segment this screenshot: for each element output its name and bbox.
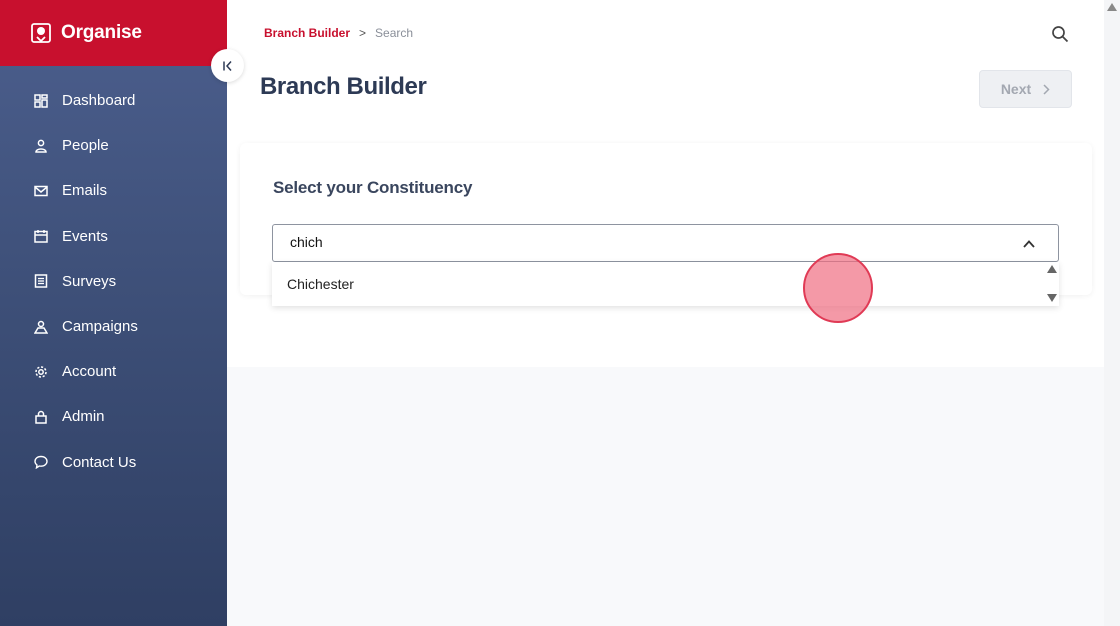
sidebar-item-account[interactable]: Account (0, 349, 227, 394)
page-scrollbar[interactable] (1104, 0, 1120, 626)
sidebar-item-label: Surveys (62, 272, 117, 290)
gear-icon (34, 365, 48, 379)
card-title: Select your Constituency (273, 178, 473, 197)
sidebar-item-surveys[interactable]: Surveys (0, 259, 227, 304)
brand-header[interactable]: Organise (0, 0, 227, 66)
sidebar-item-label: Account (62, 363, 117, 381)
sidebar: Organise Dashboard People Emails Events (0, 0, 227, 626)
constituency-dropdown: Chichester (272, 262, 1059, 306)
sidebar-item-campaigns[interactable]: Campaigns (0, 304, 227, 349)
person-icon (34, 139, 48, 153)
click-indicator (803, 253, 873, 323)
sidebar-item-people[interactable]: People (0, 123, 227, 168)
sidebar-item-contact-us[interactable]: Contact Us (0, 440, 227, 485)
sidebar-item-label: People (62, 137, 109, 155)
scroll-down-arrow-icon[interactable] (1047, 294, 1057, 302)
collapse-sidebar-button[interactable] (211, 49, 244, 82)
scroll-up-arrow-icon[interactable] (1047, 265, 1057, 273)
campaign-icon (34, 320, 48, 334)
sidebar-item-admin[interactable]: Admin (0, 394, 227, 439)
lock-icon (34, 410, 48, 424)
mail-icon (34, 184, 48, 198)
dashboard-icon (34, 93, 48, 108)
sidebar-item-dashboard[interactable]: Dashboard (0, 78, 227, 123)
constituency-search-input[interactable] (290, 234, 990, 250)
calendar-icon (34, 229, 48, 243)
chevron-up-icon[interactable] (1022, 237, 1036, 251)
search-icon[interactable] (1051, 25, 1069, 43)
dropdown-option[interactable]: Chichester (287, 276, 354, 292)
sidebar-item-events[interactable]: Events (0, 214, 227, 259)
brand-name: Organise (61, 22, 142, 43)
sidebar-item-emails[interactable]: Emails (0, 168, 227, 213)
rose-logo-icon (31, 23, 51, 43)
next-button[interactable]: Next (979, 70, 1072, 108)
page-title: Branch Builder (260, 73, 427, 100)
sidebar-item-label: Admin (62, 408, 105, 426)
sidebar-item-label: Events (62, 227, 108, 245)
sidebar-item-label: Campaigns (62, 318, 138, 336)
sidebar-nav: Dashboard People Emails Events Surveys C… (0, 78, 227, 485)
sidebar-item-label: Dashboard (62, 92, 136, 110)
constituency-select[interactable] (272, 224, 1059, 262)
breadcrumb-current: Search (375, 26, 414, 40)
sidebar-item-label: Emails (62, 182, 108, 200)
breadcrumb: Branch Builder > Search (264, 26, 413, 40)
breadcrumb-link-branch-builder[interactable]: Branch Builder (264, 26, 350, 40)
chat-icon (34, 455, 48, 470)
next-button-label: Next (1000, 81, 1032, 97)
collapse-left-icon (222, 60, 232, 71)
sidebar-item-label: Contact Us (62, 453, 137, 471)
scroll-up-arrow-icon[interactable] (1107, 3, 1117, 11)
page-header: Branch Builder > Search Branch Builder N… (227, 0, 1104, 124)
survey-icon (34, 274, 48, 289)
chevron-right-icon (1043, 83, 1050, 95)
breadcrumb-separator: > (359, 26, 367, 40)
